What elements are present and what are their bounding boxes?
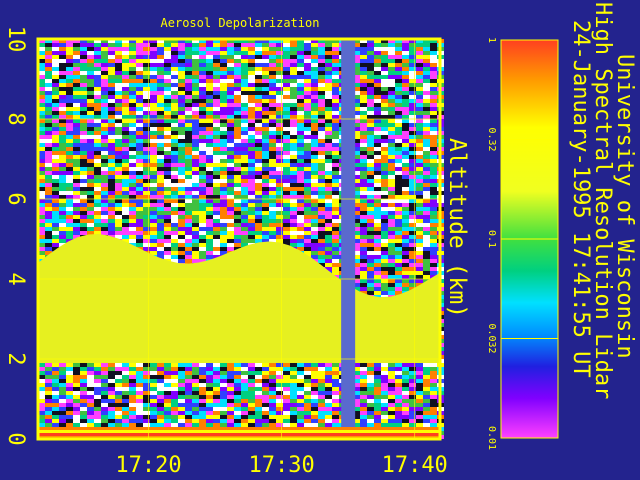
credit-line-1: University of Wisconsin — [612, 54, 637, 359]
y-tick-label: 8 — [3, 112, 28, 125]
y-tick-label: 0 — [3, 432, 28, 445]
y-tick-label: 10 — [3, 26, 28, 53]
data-gap-bar — [341, 39, 356, 439]
depolarization-plot: Aerosol Depolarization 0 2 4 6 8 10 17:20 17:3… — [3, 16, 559, 478]
colorbar-tick-label: 0.01 — [486, 426, 497, 450]
colorbar-tick-label: 1 — [486, 37, 497, 43]
colorbar: 1 0.32 0.1 0.032 0.01 — [486, 37, 559, 450]
y-axis-label: Altitude (km) — [444, 138, 470, 319]
colorbar-tick-label: 0.1 — [486, 230, 497, 248]
x-tick-label: 17:30 — [248, 453, 314, 478]
chart-title: Aerosol Depolarization — [161, 16, 320, 30]
ground-bands — [38, 427, 440, 439]
colorbar-tick-label: 0.032 — [486, 323, 497, 353]
y-tick-label: 2 — [3, 352, 28, 365]
y-tick-label: 6 — [3, 192, 28, 205]
x-tick-label: 17:20 — [115, 453, 181, 478]
y-tick-labels: 0 2 4 6 8 10 — [3, 26, 28, 446]
credit-line-2: High Spectral Resolution Lidar — [590, 2, 615, 400]
colorbar-tick-label: 0.32 — [486, 127, 497, 151]
plot-area — [36, 37, 444, 441]
x-tick-labels: 17:20 17:30 17:40 — [115, 453, 447, 478]
credit-line-3: 24-January-1995 17:41:55 UT — [568, 20, 593, 378]
x-tick-label: 17:40 — [382, 453, 448, 478]
y-tick-label: 4 — [3, 272, 28, 285]
